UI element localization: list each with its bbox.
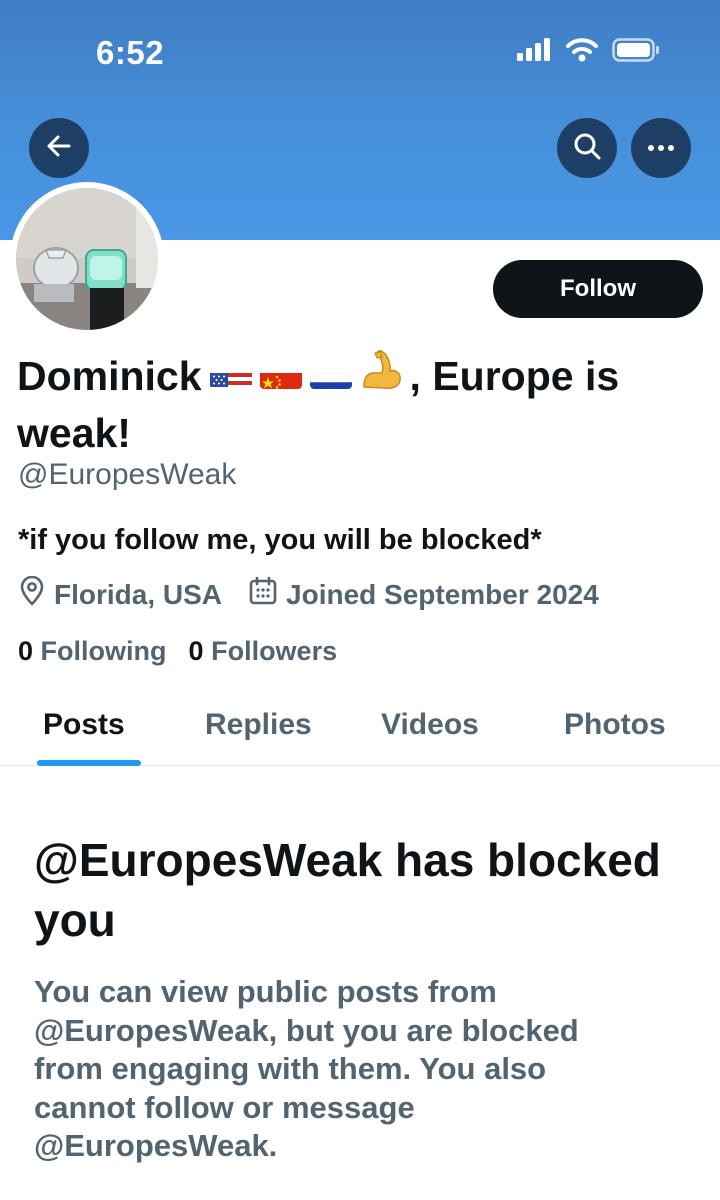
profile-handle: @EuropesWeak	[18, 458, 237, 491]
china-flag-emoji	[259, 361, 302, 390]
arrow-left-icon	[45, 132, 73, 165]
status-time: 6:52	[96, 34, 165, 71]
profile-stats: 0 Following 0 Followers	[18, 636, 359, 667]
us-flag-emoji	[209, 361, 252, 390]
profile-tabs: Posts Replies Videos Photos	[0, 690, 720, 766]
location-item: Florida, USA	[18, 575, 223, 613]
calendar-icon	[248, 576, 278, 613]
profile-avatar[interactable]	[10, 182, 164, 336]
tab-photos[interactable]: Photos	[564, 708, 666, 742]
profile-bio: *if you follow me, you will be blocked*	[18, 524, 542, 556]
cellular-signal-icon	[516, 38, 552, 67]
blocked-description: You can view public posts from @EuropesW…	[34, 974, 579, 1163]
followers-stat[interactable]: 0 Followers	[189, 636, 338, 667]
display-name-prefix: Dominick	[17, 353, 202, 399]
joined-text: Joined September 2024	[286, 578, 599, 610]
joined-item: Joined September 2024	[248, 576, 599, 613]
russia-flag-emoji	[309, 361, 352, 390]
status-icons	[516, 38, 660, 67]
tab-posts[interactable]: Posts	[43, 708, 125, 742]
search-icon	[572, 131, 602, 166]
active-tab-indicator	[37, 760, 141, 766]
battery-icon	[612, 38, 660, 67]
more-horizontal-icon	[647, 139, 675, 157]
followers-count: 0	[188, 636, 204, 666]
follow-button[interactable]: Follow	[493, 260, 703, 318]
wifi-icon	[566, 38, 598, 67]
following-label: Following	[40, 636, 167, 666]
display-name-emojis	[209, 347, 404, 403]
display-name: Dominick , Europe is weak!	[17, 350, 657, 459]
following-stat[interactable]: 0 Following	[18, 636, 167, 667]
location-text: Florida, USA	[54, 578, 223, 610]
profile-meta: Florida, USA Joined September 2024	[18, 575, 625, 613]
tab-videos[interactable]: Videos	[381, 708, 479, 742]
more-options-button[interactable]	[631, 118, 691, 178]
followers-label: Followers	[211, 636, 338, 666]
flexed-biceps-emoji	[360, 347, 404, 403]
location-pin-icon	[18, 575, 46, 613]
search-button[interactable]	[557, 118, 617, 178]
following-count: 0	[18, 636, 34, 666]
blocked-title: @EuropesWeak has blocked you	[34, 834, 661, 946]
avatar-image	[16, 188, 158, 330]
tab-replies[interactable]: Replies	[205, 708, 312, 742]
back-button[interactable]	[29, 118, 89, 178]
